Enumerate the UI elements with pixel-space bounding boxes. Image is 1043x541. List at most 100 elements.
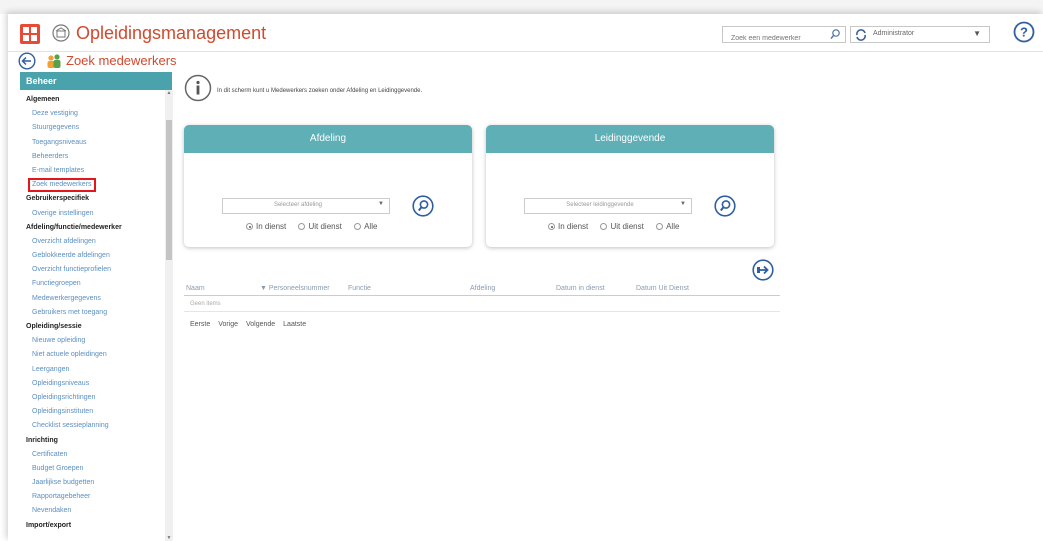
radio-dot[interactable] bbox=[354, 223, 362, 230]
sidebar-item-nieuwe-opleiding[interactable]: Nieuwe opleiding bbox=[20, 334, 172, 348]
sidebar-item-zoek-medewerkers[interactable]: Zoek medewerkers bbox=[20, 178, 172, 193]
results-table-header: Naam ▼ Personeelsnummer Functie Afdeling… bbox=[184, 284, 780, 296]
afdeling-select[interactable]: Selecteer afdeling ▼ bbox=[222, 198, 390, 214]
column-afdeling[interactable]: Afdeling bbox=[470, 285, 495, 292]
sidebar-category-gebruikerspecifiek: Gebruikerspecifiek bbox=[20, 192, 172, 206]
sidebar-item-overige-instellingen[interactable]: Overige instellingen bbox=[20, 207, 172, 221]
sidebar-scrollbar[interactable]: ▲ ▼ bbox=[165, 90, 173, 541]
sidebar-item-deze-vestiging[interactable]: Deze vestiging bbox=[20, 107, 172, 121]
radio-uit-dienst[interactable]: Uit dienst bbox=[298, 222, 342, 231]
sidebar-item-label: Opleidingsinstituten bbox=[32, 408, 94, 416]
radio-dot-selected[interactable] bbox=[246, 223, 253, 230]
export-arrow-icon[interactable] bbox=[752, 259, 774, 281]
leidinggevende-status-radios: In dienst Uit dienst Alle bbox=[548, 222, 689, 232]
sidebar-item-stuurgegevens[interactable]: Stuurgegevens bbox=[20, 121, 172, 135]
sidebar-item-label: Budget Groepen bbox=[32, 464, 84, 472]
sidebar-item-opleidingsinstituten[interactable]: Opleidingsinstituten bbox=[20, 405, 172, 419]
radio-label: In dienst bbox=[558, 222, 589, 231]
sidebar-item-gebruikers-met-toegang[interactable]: Gebruikers met toegang bbox=[20, 306, 172, 320]
sidebar-item-beheerders[interactable]: Beheerders bbox=[20, 150, 172, 164]
sidebar-item-label: Overzicht functieprofielen bbox=[32, 266, 111, 274]
pager-last[interactable]: Laatste bbox=[283, 321, 306, 328]
pager-previous[interactable]: Vorige bbox=[218, 321, 238, 328]
sidebar-item-label: Algemeen bbox=[26, 96, 60, 103]
sidebar-item-label: Certificaten bbox=[32, 450, 68, 458]
radio-dot[interactable] bbox=[656, 223, 664, 230]
employee-search-input[interactable] bbox=[723, 31, 823, 46]
leidinggevende-select-placeholder: Selecteer leidinggevende bbox=[566, 202, 634, 208]
radio-label: Alle bbox=[666, 222, 680, 231]
sidebar-item-leergangen[interactable]: Leergangen bbox=[20, 363, 172, 377]
search-go-icon[interactable] bbox=[714, 195, 736, 217]
radio-label: In dienst bbox=[256, 222, 287, 231]
sidebar-item-label: Deze vestiging bbox=[32, 110, 78, 118]
search-go-icon[interactable] bbox=[412, 195, 434, 217]
radio-dot-selected[interactable] bbox=[548, 223, 555, 230]
sidebar-item-certificaten[interactable]: Certificaten bbox=[20, 448, 172, 462]
sidebar-item-label: Zoek medewerkers bbox=[28, 178, 96, 193]
sidebar-item-label: Gebruikerspecifiek bbox=[26, 195, 90, 203]
sidebar-item-functiegroepen[interactable]: Functiegroepen bbox=[20, 277, 172, 291]
sidebar-item-toegangsniveaus[interactable]: Toegangsniveaus bbox=[20, 136, 172, 150]
sidebar-item-opleidingsniveaus[interactable]: Opleidingsniveaus bbox=[20, 377, 172, 391]
sidebar-item-label: Import/export bbox=[26, 521, 72, 529]
sidebar-item-label: E-mail templates bbox=[32, 166, 85, 174]
afdeling-select-placeholder: Selecteer afdeling bbox=[273, 202, 323, 208]
leidinggevende-panel: Leidinggevende Selecteer leidinggevende … bbox=[486, 125, 774, 247]
sidebar-item-opleidingsrichtingen[interactable]: Opleidingsrichtingen bbox=[20, 391, 172, 405]
radio-alle[interactable]: Alle bbox=[656, 222, 679, 231]
pager-next[interactable]: Volgende bbox=[246, 321, 275, 328]
radio-label: Alle bbox=[364, 222, 378, 231]
app-grid-logo-icon[interactable] bbox=[20, 24, 40, 44]
sidebar-item-label: Afdeling/functie/medewerker bbox=[26, 223, 122, 231]
sidebar-item-label: Nevendaken bbox=[32, 507, 72, 515]
search-icon[interactable] bbox=[829, 28, 841, 40]
sidebar-item-overzicht-functieprofielen[interactable]: Overzicht functieprofielen bbox=[20, 263, 172, 277]
leidinggevende-select[interactable]: Selecteer leidinggevende ▼ bbox=[524, 198, 692, 214]
radio-in-dienst[interactable]: In dienst bbox=[548, 222, 588, 231]
column-naam[interactable]: Naam bbox=[186, 285, 205, 292]
column-datum-in-dienst[interactable]: Datum in dienst bbox=[556, 285, 605, 292]
radio-dot[interactable] bbox=[600, 223, 608, 230]
sidebar-menu: Algemeen Deze vestiging Stuurgegevens Toega… bbox=[20, 90, 172, 533]
sidebar-item-label: Nieuwe opleiding bbox=[32, 337, 86, 345]
sidebar-item-label: Medewerkergegevens bbox=[32, 294, 101, 302]
scrollbar-thumb[interactable] bbox=[166, 120, 172, 260]
scroll-down-arrow-icon[interactable]: ▼ bbox=[165, 535, 173, 541]
radio-alle[interactable]: Alle bbox=[354, 222, 377, 231]
sidebar-item-geblokkeerde-afdelingen[interactable]: Geblokkeerde afdelingen bbox=[20, 249, 172, 263]
sidebar-item-budget-groepen[interactable]: Budget Groepen bbox=[20, 462, 172, 476]
users-icon bbox=[47, 54, 61, 68]
question-circle-icon[interactable]: ? bbox=[1013, 21, 1035, 43]
radio-uit-dienst[interactable]: Uit dienst bbox=[600, 222, 644, 231]
sidebar-item-checklist-sessieplanning[interactable]: Checklist sessieplanning bbox=[20, 419, 172, 433]
column-functie[interactable]: Functie bbox=[348, 285, 371, 292]
sidebar-item-overzicht-afdelingen[interactable]: Overzicht afdelingen bbox=[20, 235, 172, 249]
user-role-select[interactable]: Administrator ▼ bbox=[850, 26, 990, 43]
back-arrow-icon[interactable] bbox=[18, 52, 36, 70]
employee-search-box[interactable] bbox=[722, 26, 846, 46]
sidebar-item-label: Opleidingsrichtingen bbox=[32, 393, 96, 401]
empty-table-message: Geen items bbox=[184, 298, 780, 312]
sidebar-item-label: Inrichting bbox=[26, 436, 58, 444]
column-datum-uit-dienst[interactable]: Datum Uit Dienst bbox=[636, 285, 689, 292]
sidebar-category-afdeling-functie-medewerker: Afdeling/functie/medewerker bbox=[20, 221, 172, 235]
sidebar-item-nevendaken[interactable]: Nevendaken bbox=[20, 504, 172, 518]
sync-icon bbox=[856, 29, 866, 41]
sidebar-item-jaarlijkse-budgetten[interactable]: Jaarlijkse budgetten bbox=[20, 476, 172, 490]
sidebar-category-import-export: Import/export bbox=[20, 519, 172, 533]
pager-first[interactable]: Eerste bbox=[190, 321, 210, 328]
page-title: Zoek medewerkers bbox=[66, 53, 177, 68]
column-personeelsnummer[interactable]: ▼ Personeelsnummer bbox=[260, 285, 330, 292]
sidebar-item-rapportagebeheer[interactable]: Rapportagebeheer bbox=[20, 490, 172, 504]
sidebar-item-label: Geblokkeerde afdelingen bbox=[32, 252, 110, 260]
info-message: In dit scherm kunt u Medewerkers zoeken … bbox=[217, 88, 423, 94]
chevron-down-icon: ▼ bbox=[973, 29, 981, 38]
scroll-up-arrow-icon[interactable]: ▲ bbox=[165, 90, 173, 96]
sidebar-item-e-mail-templates[interactable]: E-mail templates bbox=[20, 164, 172, 178]
sidebar-item-niet-actuele-opleidingen[interactable]: Niet actuele opleidingen bbox=[20, 348, 172, 362]
graduation-building-icon bbox=[52, 24, 70, 42]
radio-in-dienst[interactable]: In dienst bbox=[246, 222, 286, 231]
sidebar-item-medewerkergegevens[interactable]: Medewerkergegevens bbox=[20, 292, 172, 306]
radio-dot[interactable] bbox=[298, 223, 306, 230]
